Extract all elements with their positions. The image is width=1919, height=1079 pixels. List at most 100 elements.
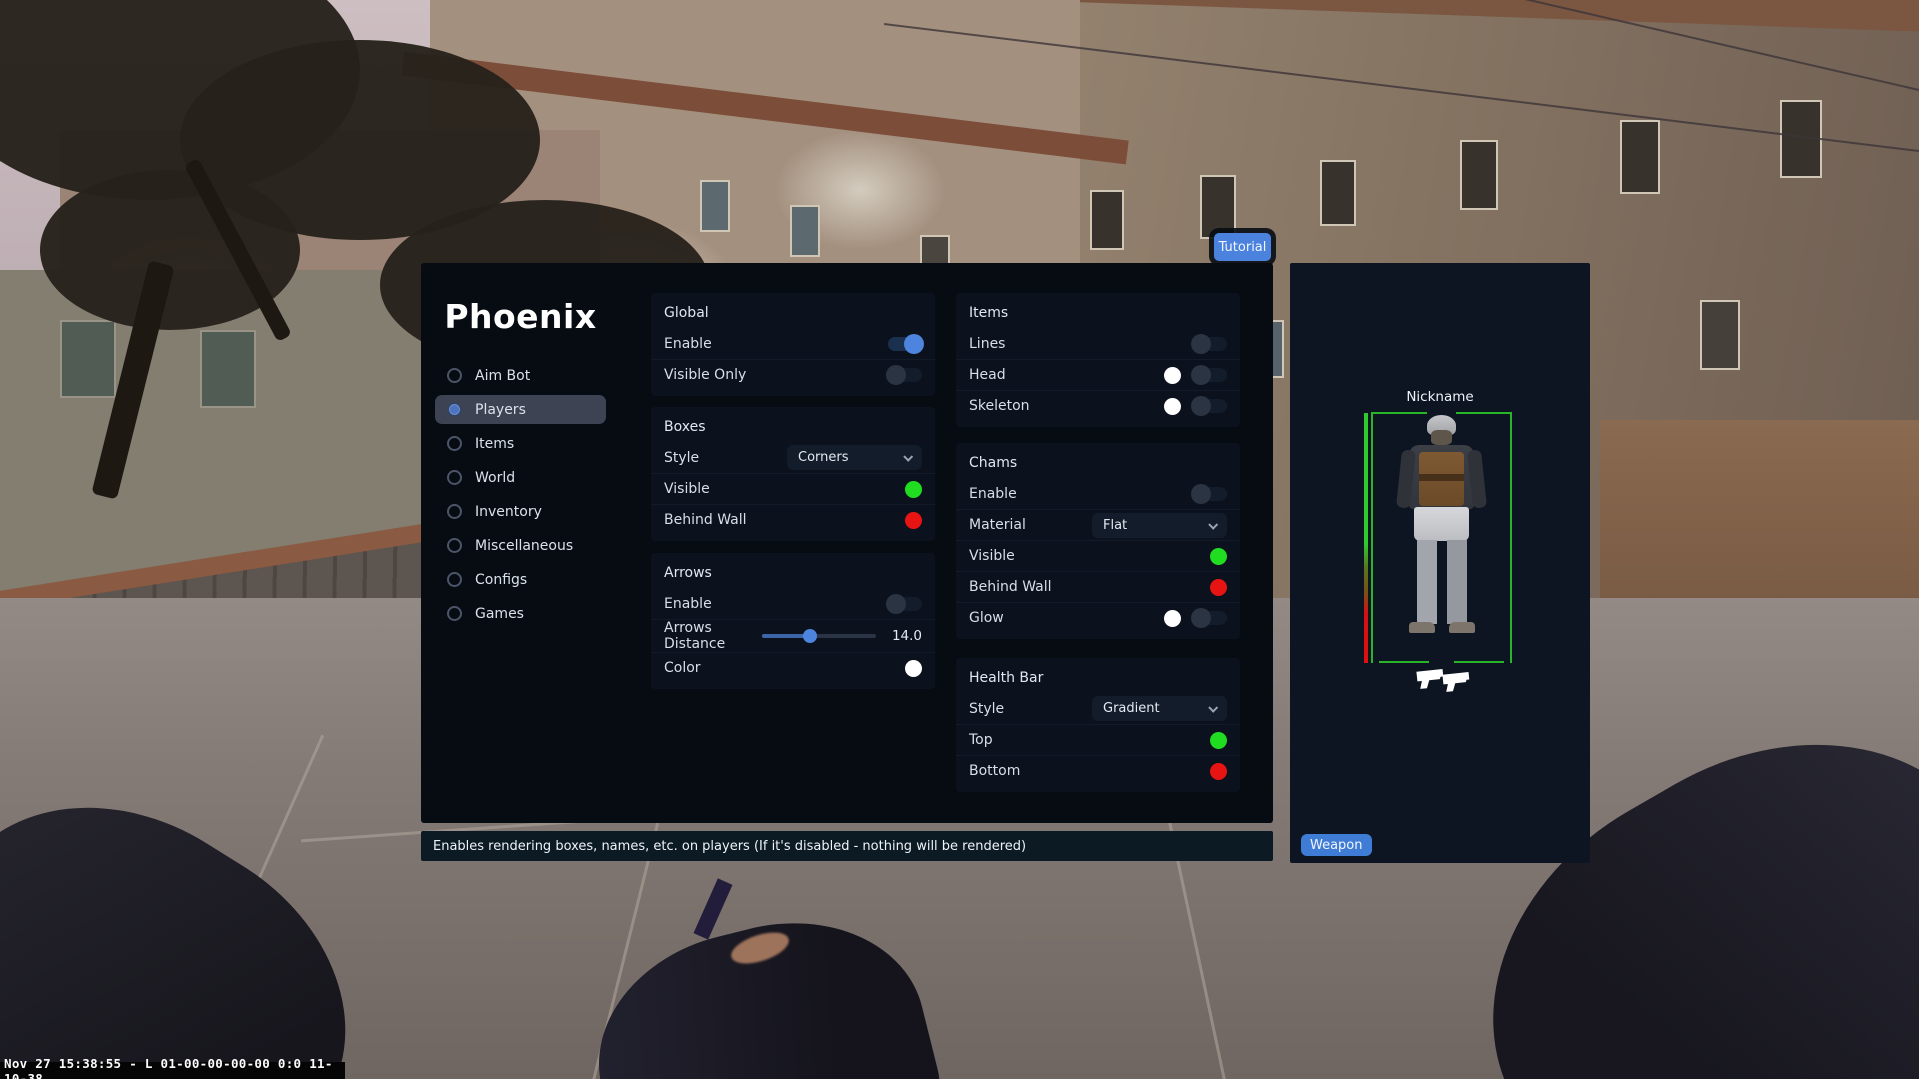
lines-toggle[interactable] — [1193, 337, 1227, 351]
sidebar-item-label: Items — [475, 436, 514, 452]
glow-toggle[interactable] — [1193, 611, 1227, 625]
radio-icon — [447, 572, 462, 587]
card-global: Global Enable Visible Only — [651, 293, 935, 396]
setting-label: Style — [969, 701, 1004, 717]
arrows-distance-slider[interactable] — [762, 629, 876, 643]
toggle-knob — [1191, 484, 1211, 504]
behind-wall-color-swatch[interactable] — [905, 512, 922, 529]
visible-color-swatch[interactable] — [905, 481, 922, 498]
sidebar-item-label: Games — [475, 606, 524, 622]
radio-icon — [447, 470, 462, 485]
arrows-color-swatch[interactable] — [905, 660, 922, 677]
weapon-button[interactable]: Weapon — [1301, 834, 1372, 856]
chams-enable-toggle[interactable] — [1193, 487, 1227, 501]
setting-label: Material — [969, 517, 1026, 533]
card-title: Global — [651, 298, 935, 328]
nav-list: Aim Bot Players Items World Inventory — [435, 361, 606, 633]
preview-health-bar — [1364, 413, 1368, 663]
sidebar-item-label: Players — [475, 402, 526, 418]
toggle-knob — [886, 365, 906, 385]
setting-label: Enable — [969, 486, 1017, 502]
setting-row-behind-wall: Behind Wall — [956, 571, 1240, 602]
toggle-knob — [1191, 334, 1211, 354]
chams-visible-color-swatch[interactable] — [1210, 548, 1227, 565]
weapon-icons — [1416, 667, 1486, 693]
boot-right — [1449, 622, 1475, 633]
slider-knob[interactable] — [803, 629, 817, 643]
sidebar-item-players[interactable]: Players — [435, 395, 606, 424]
setting-row-glow: Glow — [956, 602, 1240, 633]
card-items: Items Lines Head Skeleton — [956, 293, 1240, 427]
sidebar-item-inventory[interactable]: Inventory — [435, 497, 606, 526]
sidebar-item-items[interactable]: Items — [435, 429, 606, 458]
box-style-select[interactable]: Corners — [787, 445, 922, 470]
card-boxes: Boxes Style Corners Visible Behind Wall — [651, 407, 935, 541]
card-health-bar: Health Bar Style Gradient Top Bottom — [956, 658, 1240, 792]
sidebar-item-world[interactable]: World — [435, 463, 606, 492]
setting-row-head: Head — [956, 359, 1240, 390]
setting-label: Style — [664, 450, 699, 466]
hud-clock-text: Nov 27 15:38:55 - L 01-00-00-00-00 0:0 1… — [4, 1056, 345, 1079]
health-top-color-swatch[interactable] — [1210, 732, 1227, 749]
setting-label: Behind Wall — [969, 579, 1052, 595]
glow-color-swatch[interactable] — [1164, 610, 1181, 627]
skeleton-color-swatch[interactable] — [1164, 398, 1181, 415]
setting-label: Enable — [664, 336, 712, 352]
setting-label: Head — [969, 367, 1006, 383]
head-color-swatch[interactable] — [1164, 367, 1181, 384]
toggle-knob — [904, 334, 924, 354]
head-toggle[interactable] — [1193, 368, 1227, 382]
sidebar-item-aim-bot[interactable]: Aim Bot — [435, 361, 606, 390]
toggle-knob — [1191, 365, 1211, 385]
toggle-knob — [1191, 608, 1211, 628]
setting-row-behind-wall: Behind Wall — [651, 504, 935, 535]
apron — [1414, 507, 1469, 541]
setting-row-visible: Visible — [956, 540, 1240, 571]
setting-row-enable: Enable — [956, 478, 1240, 509]
card-title: Arrows — [651, 558, 935, 588]
toggle-knob — [1191, 396, 1211, 416]
setting-row-skeleton: Skeleton — [956, 390, 1240, 421]
setting-row-arrows-distance: Arrows Distance 14.0 — [651, 619, 935, 652]
enable-toggle[interactable] — [888, 337, 922, 351]
material-select[interactable]: Flat — [1092, 513, 1227, 538]
hud-clock: Nov 27 15:38:55 - L 01-00-00-00-00 0:0 1… — [0, 1062, 345, 1079]
setting-row-enable: Enable — [651, 588, 935, 619]
health-style-select[interactable]: Gradient — [1092, 696, 1227, 721]
setting-row-lines: Lines — [956, 328, 1240, 359]
card-title: Items — [956, 298, 1240, 328]
sidebar-item-games[interactable]: Games — [435, 599, 606, 628]
weapon-button-label: Weapon — [1310, 838, 1363, 853]
setting-row-visible-only: Visible Only — [651, 359, 935, 390]
sidebar-item-miscellaneous[interactable]: Miscellaneous — [435, 531, 606, 560]
pistol-icon — [1441, 670, 1473, 693]
setting-label: Top — [969, 732, 993, 748]
select-value: Gradient — [1103, 701, 1160, 716]
setting-label: Bottom — [969, 763, 1020, 779]
card-title: Health Bar — [956, 663, 1240, 693]
arrows-enable-toggle[interactable] — [888, 597, 922, 611]
card-chams: Chams Enable Material Flat Visible — [956, 443, 1240, 639]
chevron-down-icon — [1208, 703, 1218, 713]
app-title: Phoenix — [421, 297, 620, 336]
boot-left — [1409, 622, 1435, 633]
tutorial-button[interactable]: Tutorial — [1214, 233, 1271, 261]
visible-only-toggle[interactable] — [888, 368, 922, 382]
card-title: Boxes — [651, 412, 935, 442]
setting-label: Behind Wall — [664, 512, 747, 528]
radio-icon — [447, 538, 462, 553]
setting-row-visible: Visible — [651, 473, 935, 504]
skeleton-toggle[interactable] — [1193, 399, 1227, 413]
chams-behind-wall-color-swatch[interactable] — [1210, 579, 1227, 596]
setting-row-color: Color — [651, 652, 935, 683]
belt — [1419, 474, 1464, 481]
setting-label: Enable — [664, 596, 712, 612]
setting-label: Glow — [969, 610, 1004, 626]
preview-nickname: Nickname — [1290, 389, 1590, 405]
sidebar-item-configs[interactable]: Configs — [435, 565, 606, 594]
setting-row-top: Top — [956, 724, 1240, 755]
sidebar-item-label: Aim Bot — [475, 368, 530, 384]
health-bottom-color-swatch[interactable] — [1210, 763, 1227, 780]
toggle-knob — [886, 594, 906, 614]
card-title: Chams — [956, 448, 1240, 478]
